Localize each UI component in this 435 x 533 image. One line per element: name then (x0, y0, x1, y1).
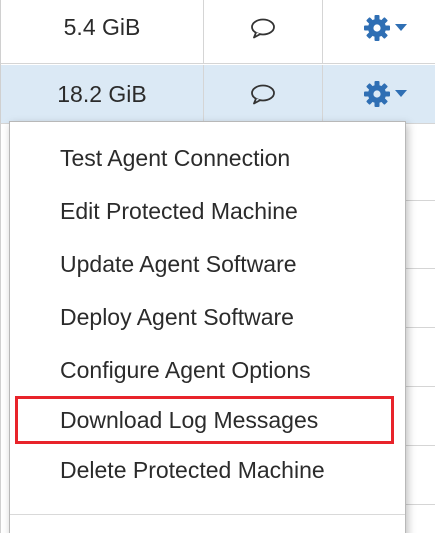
actions-menu-button[interactable] (363, 80, 407, 108)
page: 5.4 GiB 18.2 GiB Test Agent Connection E… (0, 0, 435, 533)
size-cell: 5.4 GiB (1, 0, 204, 63)
gear-icon (363, 80, 391, 108)
menu-item-delete-protected-machine[interactable]: Delete Protected Machine (18, 446, 386, 494)
comment-icon[interactable] (250, 83, 276, 105)
chevron-down-icon (395, 90, 407, 98)
table-row-selected[interactable]: 18.2 GiB (1, 65, 435, 124)
size-cell: 18.2 GiB (1, 65, 204, 123)
actions-cell (323, 65, 435, 123)
comment-icon[interactable] (250, 17, 276, 39)
actions-menu-button[interactable] (363, 14, 407, 42)
menu-item-deploy-agent-software[interactable]: Deploy Agent Software (18, 293, 386, 341)
menu-item-configure-agent-options[interactable]: Configure Agent Options (18, 346, 386, 394)
table-row[interactable]: 5.4 GiB (1, 0, 435, 64)
comment-cell (204, 65, 323, 123)
comment-cell (204, 0, 323, 63)
menu-item-update-agent-software[interactable]: Update Agent Software (18, 240, 386, 288)
menu-item-download-log-messages[interactable]: Download Log Messages (15, 396, 394, 444)
actions-cell (323, 0, 435, 63)
chevron-down-icon (395, 23, 407, 32)
menu-item-test-agent-connection[interactable]: Test Agent Connection (18, 134, 386, 182)
gear-icon (363, 14, 391, 42)
menu-item-edit-protected-machine[interactable]: Edit Protected Machine (18, 187, 386, 235)
menu-divider (10, 514, 405, 515)
actions-dropdown-menu: Test Agent Connection Edit Protected Mac… (9, 121, 406, 533)
